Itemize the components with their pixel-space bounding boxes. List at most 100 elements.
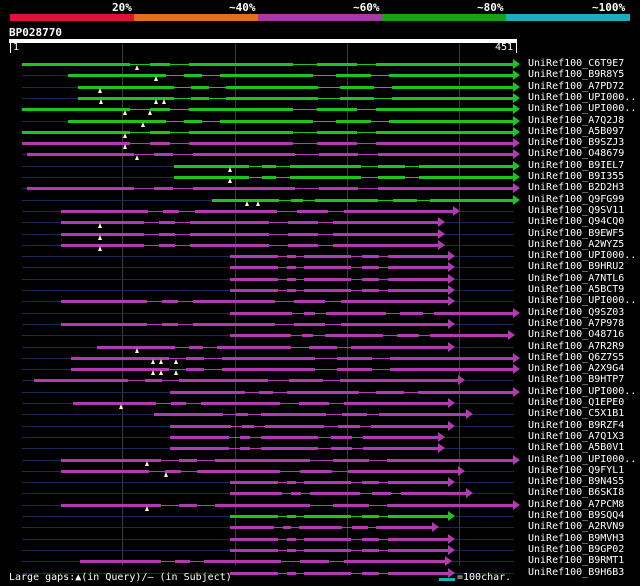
hit-label[interactable]: UniRef100_UPI000.. — [528, 92, 636, 103]
hit-arrow-icon — [513, 500, 520, 510]
hit-segment — [302, 334, 314, 337]
hit-label[interactable]: UniRef100_B9N4S5 — [528, 476, 624, 487]
hit-label[interactable]: UniRef100_Q9SZ03 — [528, 307, 624, 318]
hit-segment — [189, 142, 293, 145]
hit-arrow-icon — [437, 229, 445, 239]
hit-segment — [391, 86, 514, 89]
hit-label[interactable]: UniRef100_UPI000.. — [528, 103, 636, 114]
hit-row[interactable]: UniRef100_UPI000.. — [0, 295, 640, 307]
hit-label[interactable]: UniRef100_A7R2R9 — [528, 341, 624, 352]
hit-segment — [239, 447, 251, 450]
hit-label[interactable]: UniRef100_B2D2H3 — [528, 182, 624, 193]
hit-segment — [149, 108, 170, 111]
hit-arrow-icon — [448, 285, 456, 295]
hit-segment — [350, 346, 450, 349]
hit-segment — [298, 526, 342, 529]
hit-label[interactable]: UniRef100_Q1EPE0 — [528, 397, 624, 408]
hit-row[interactable]: UniRef100_O48716 — [0, 329, 640, 341]
hit-segment — [259, 391, 273, 394]
hit-arrow-icon — [448, 534, 456, 544]
hit-label[interactable]: UniRef100_UPI000.. — [528, 250, 636, 261]
hit-label[interactable]: UniRef100_B9IEL7 — [528, 160, 624, 171]
hit-segment — [376, 391, 404, 394]
hit-label[interactable]: UniRef100_A7NTL6 — [528, 273, 624, 284]
hit-label[interactable]: UniRef100_B9I355 — [528, 171, 624, 182]
hit-label[interactable]: UniRef100_Q6Z7S5 — [528, 352, 624, 363]
hit-label[interactable]: UniRef100_A2X9G4 — [528, 363, 624, 374]
hit-label[interactable]: UniRef100_Q9SV11 — [528, 205, 624, 216]
hit-label[interactable]: UniRef100_B6SKI8 — [528, 487, 624, 498]
hit-segment — [191, 97, 209, 100]
hit-label[interactable]: UniRef100_C6T9E7 — [528, 58, 624, 69]
hit-arrow-icon — [437, 240, 445, 250]
hit-segment — [304, 266, 351, 269]
hit-label[interactable]: UniRef100_B9EWF5 — [528, 228, 624, 239]
hit-segment — [387, 549, 450, 552]
hit-label[interactable]: UniRef100_O48716 — [528, 329, 624, 340]
hit-segment — [264, 425, 324, 428]
hit-segment — [27, 153, 135, 156]
hit-label[interactable]: UniRef100_A7Q2J8 — [528, 115, 624, 126]
legend-scale: =100char. — [457, 572, 512, 583]
hit-arrow-icon — [513, 82, 520, 92]
hit-row[interactable]: UniRef100_B9R8Y5 — [0, 69, 640, 81]
hit-row[interactable]: UniRef100_A2RVN9 — [0, 521, 640, 533]
hit-segment — [376, 63, 514, 66]
hit-segment — [219, 120, 314, 123]
hit-row[interactable]: UniRef100_UPI000.. — [0, 103, 640, 115]
hit-segment — [299, 560, 329, 563]
hit-row[interactable]: UniRef100_B9RMT1 — [0, 555, 640, 567]
hit-label[interactable]: UniRef100_A5B097 — [528, 126, 624, 137]
hit-segment — [332, 244, 439, 247]
hit-label[interactable]: UniRef100_B9MVH3 — [528, 533, 624, 544]
hit-row[interactable]: UniRef100_C5X1B1 — [0, 408, 640, 420]
query-end-label: 451 — [495, 42, 514, 53]
hit-row[interactable]: UniRef100_B2D2H3 — [0, 182, 640, 194]
hit-arrow-icon — [507, 330, 515, 340]
hit-label[interactable]: UniRef100_A5BCT9 — [528, 284, 624, 295]
hit-label[interactable]: UniRef100_A2WYZ5 — [528, 239, 624, 250]
hit-label[interactable]: UniRef100_Q9FG99 — [528, 194, 624, 205]
hit-label[interactable]: UniRef100_B9H6B3 — [528, 567, 624, 578]
hit-label[interactable]: UniRef100_B9SZJ3 — [528, 137, 624, 148]
hit-label[interactable]: UniRef100_B9RMT1 — [528, 555, 624, 566]
hit-label[interactable]: UniRef100_B9HTP7 — [528, 374, 624, 385]
hit-label[interactable]: UniRef100_A7P978 — [528, 318, 624, 329]
hit-row[interactable]: UniRef100_B9HTP7 — [0, 374, 640, 386]
hit-label[interactable]: UniRef100_UPI000.. — [528, 295, 636, 306]
hit-label[interactable]: UniRef100_B9R8Y5 — [528, 69, 624, 80]
hit-segment — [344, 402, 450, 405]
hit-label[interactable]: UniRef100_Q94CQ0 — [528, 216, 624, 227]
hit-label[interactable]: UniRef100_A5B0V1 — [528, 442, 624, 453]
hit-arrow-icon — [445, 556, 453, 566]
hit-segment — [417, 391, 514, 394]
hit-arrow-icon — [513, 93, 520, 103]
hit-label[interactable]: UniRef100_C5X1B1 — [528, 408, 624, 419]
hit-arrow-icon — [448, 511, 456, 521]
hit-segment — [304, 278, 351, 281]
hit-label[interactable]: UniRef100_A2RVN9 — [528, 521, 624, 532]
scale-label-100: ~100% — [592, 1, 626, 14]
hit-label[interactable]: UniRef100_B9RZF4 — [528, 420, 624, 431]
hit-label[interactable]: UniRef100_O48679 — [528, 148, 624, 159]
hit-segment — [418, 165, 514, 168]
hit-row[interactable]: UniRef100_B9HRU2 — [0, 261, 640, 273]
hit-label[interactable]: UniRef100_A7Q1X3 — [528, 431, 624, 442]
hit-segment — [286, 391, 359, 394]
query-start-tick — [10, 42, 11, 53]
hit-row[interactable]: UniRef100_A5B0V1 — [0, 442, 640, 454]
hit-arrow-icon — [437, 443, 445, 453]
hit-label[interactable]: UniRef100_Q9FYL1 — [528, 465, 624, 476]
hit-label[interactable]: UniRef100_UPI000.. — [528, 454, 636, 465]
hit-segment — [339, 86, 375, 89]
hit-label[interactable]: UniRef100_UPI000.. — [528, 386, 636, 397]
hit-label[interactable]: UniRef100_A7PD72 — [528, 81, 624, 92]
hit-row[interactable]: UniRef100_O48679 — [0, 148, 640, 160]
hit-label[interactable]: UniRef100_A7PCM8 — [528, 499, 624, 510]
hit-segment — [27, 187, 135, 190]
hit-label[interactable]: UniRef100_B9HRU2 — [528, 261, 624, 272]
hit-row[interactable]: UniRef100_B6SKI8 — [0, 487, 640, 499]
hit-label[interactable]: UniRef100_B9GP02 — [528, 544, 624, 555]
hit-label[interactable]: UniRef100_B9SQQ4 — [528, 510, 624, 521]
hit-row[interactable]: UniRef100_Q94CQ0 — [0, 216, 640, 228]
